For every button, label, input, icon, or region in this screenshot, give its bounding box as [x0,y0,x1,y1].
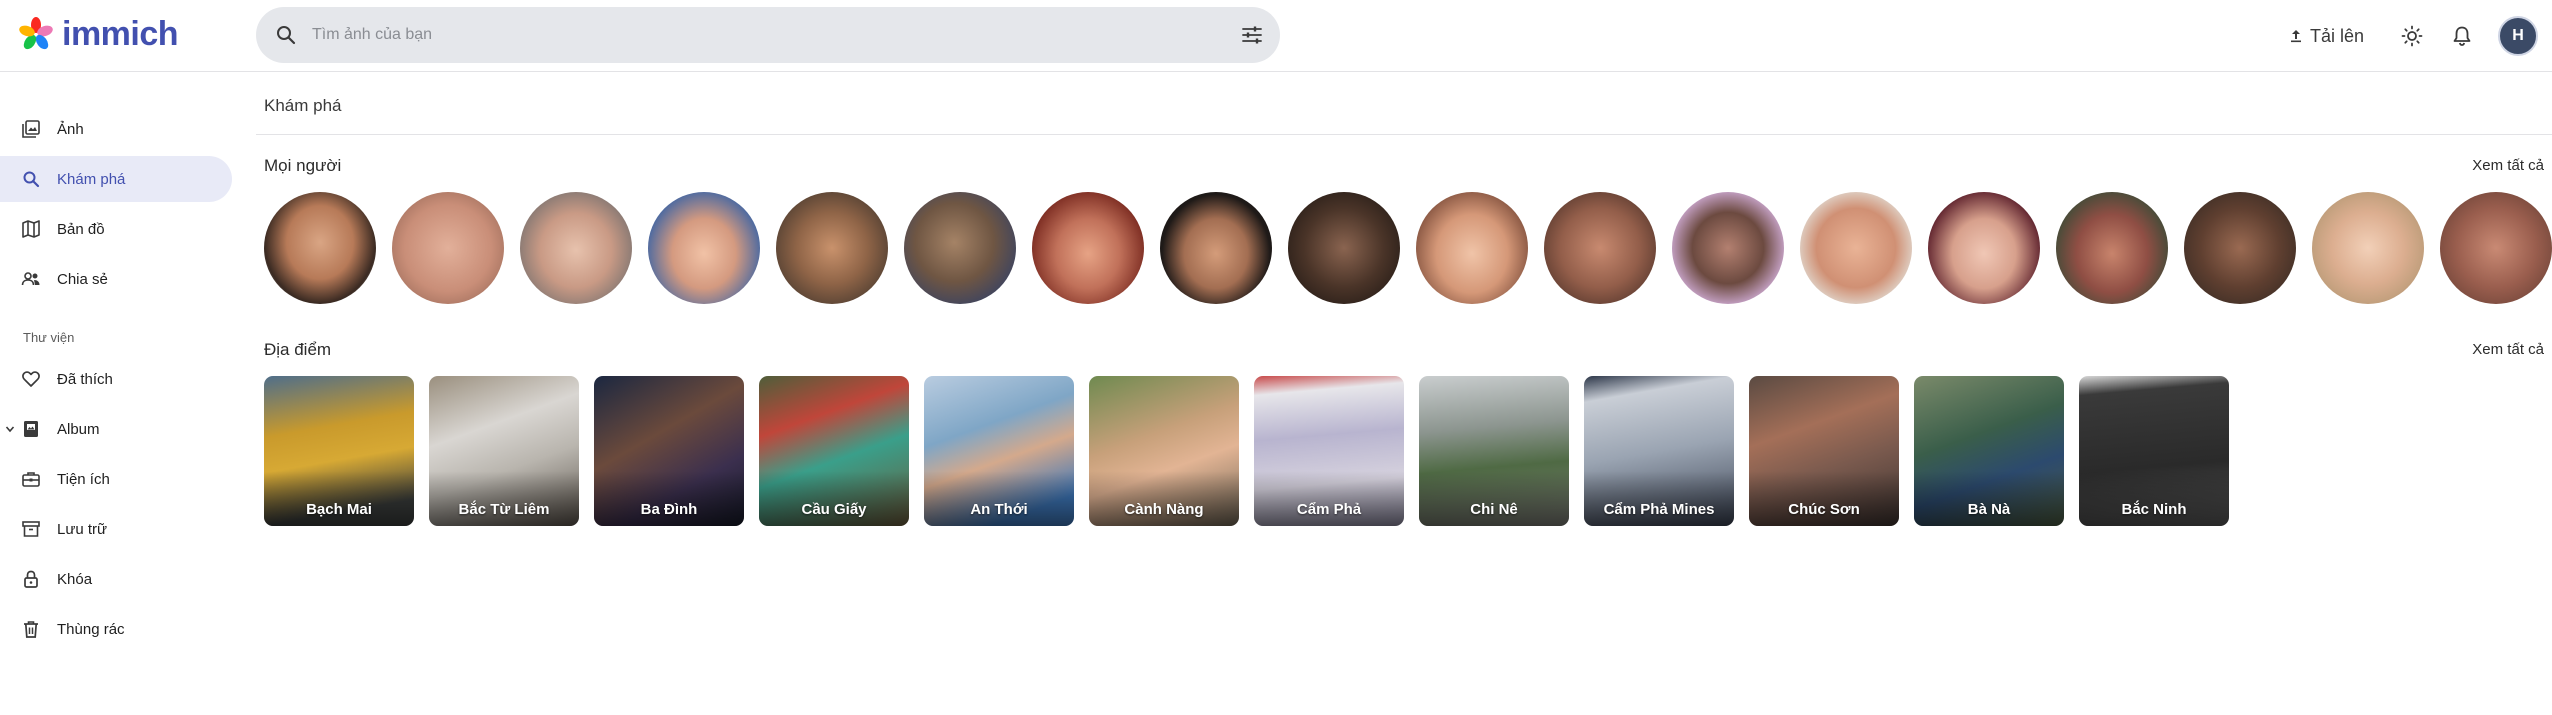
place-tile[interactable]: Cầu Giấy [759,376,909,526]
upload-button[interactable]: Tải lên [2280,18,2372,54]
map-icon [20,218,42,240]
person-thumbnail[interactable] [2184,192,2296,304]
sidebar-item-label: Khóa [57,570,93,588]
sidebar-item-albums[interactable]: Album [0,406,232,452]
user-avatar[interactable]: H [2498,16,2538,56]
person-thumbnail[interactable] [1544,192,1656,304]
sidebar-item-label: Thùng rác [57,620,125,638]
places-section-title: Địa điểm [264,340,332,359]
person-thumbnail[interactable] [2440,192,2552,304]
notifications-button[interactable] [2448,22,2476,50]
person-thumbnail[interactable] [2312,192,2424,304]
sidebar-item-label: Bản đồ [57,220,105,238]
sidebar-item-sharing[interactable]: Chia sẻ [0,256,232,302]
place-label: Cành Nàng [1124,501,1204,518]
sidebar-item-utilities[interactable]: Tiện ích [0,456,232,502]
search-options-icon[interactable] [1240,23,1264,47]
heart-icon [20,368,42,390]
sidebar-item-archive[interactable]: Lưu trữ [0,506,232,552]
place-label: Chi Nê [1470,501,1518,518]
upload-label: Tải lên [2310,25,2365,46]
place-tile[interactable]: Cẩm Phả Mines [1584,376,1734,526]
sidebar-item-label: Khám phá [57,170,126,188]
app-logo[interactable]: immich [18,14,179,54]
people-row [264,192,2552,304]
lock-icon [20,568,42,590]
place-tile[interactable]: Cành Nàng [1089,376,1239,526]
page-title: Khám phá [264,96,342,115]
person-thumbnail[interactable] [904,192,1016,304]
theme-toggle-button[interactable] [2398,22,2426,50]
person-thumbnail[interactable] [264,192,376,304]
sidebar-item-locked[interactable]: Khóa [0,556,232,602]
place-tile[interactable]: Ba Đình [594,376,744,526]
app-name: immich [62,14,179,53]
sidebar-item-label: Lưu trữ [57,520,108,538]
archive-icon [20,518,42,540]
place-label: Cầu Giấy [801,501,867,518]
place-tile[interactable]: Chúc Sơn [1749,376,1899,526]
search-icon[interactable] [274,23,298,47]
album-icon [20,418,42,440]
person-thumbnail[interactable] [520,192,632,304]
sidebar-item-label: Tiện ích [57,470,110,488]
library-heading: Thư viện [23,330,75,345]
bell-icon [2453,26,2471,46]
place-tile[interactable]: Bà Nà [1914,376,2064,526]
place-tile[interactable]: Chi Nê [1419,376,1569,526]
sidebar-item-label: Chia sẻ [57,270,108,288]
place-tile[interactable]: Bạch Mai [264,376,414,526]
person-thumbnail[interactable] [1160,192,1272,304]
person-thumbnail[interactable] [1672,192,1784,304]
search-bar[interactable] [256,7,1280,63]
people-see-all-link[interactable]: Xem tất cả [2472,157,2544,174]
search-icon [20,168,42,190]
share-users-icon [20,268,42,290]
place-tile[interactable]: An Thới [924,376,1074,526]
person-thumbnail[interactable] [776,192,888,304]
place-tile[interactable]: Cẩm Phả [1254,376,1404,526]
place-label: Chúc Sơn [1788,501,1860,518]
top-bar: immich Tải lên H [0,0,2552,72]
person-thumbnail[interactable] [1800,192,1912,304]
place-tile[interactable]: Bắc Ninh [2079,376,2229,526]
divider [256,134,2552,135]
person-thumbnail[interactable] [1288,192,1400,304]
place-label: Bạch Mai [306,501,372,518]
sidebar-item-label: Album [57,420,100,438]
person-thumbnail[interactable] [1928,192,2040,304]
place-tile[interactable]: Bắc Từ Liêm [429,376,579,526]
chevron-down-icon[interactable] [4,423,16,435]
trash-icon [20,618,42,640]
place-label: Cẩm Phả Mines [1603,501,1715,518]
photos-icon [20,118,42,140]
place-label: Ba Đình [640,501,698,518]
sidebar-item-explore[interactable]: Khám phá [0,156,232,202]
sidebar: Ảnh Khám phá Bản đồ Chia sẻ Thư viện Đã … [0,72,240,715]
main-content: Khám phá Mọi người Xem tất cả Địa điểm X… [256,72,2552,715]
sun-icon [2401,25,2423,47]
sidebar-item-trash[interactable]: Thùng rác [0,606,232,652]
person-thumbnail[interactable] [648,192,760,304]
person-thumbnail[interactable] [1032,192,1144,304]
place-label: An Thới [970,501,1028,518]
place-label: Cẩm Phả [1296,501,1362,518]
sidebar-item-favorites[interactable]: Đã thích [0,356,232,402]
place-label: Bắc Ninh [2121,501,2187,518]
person-thumbnail[interactable] [1416,192,1528,304]
person-thumbnail[interactable] [392,192,504,304]
place-label: Bắc Từ Liêm [458,501,550,518]
sidebar-item-photos[interactable]: Ảnh [0,106,232,152]
sidebar-item-map[interactable]: Bản đồ [0,206,232,252]
search-input[interactable] [312,17,1192,53]
upload-icon [2291,30,2301,43]
person-thumbnail[interactable] [2056,192,2168,304]
people-section-title: Mọi người [264,156,342,175]
places-see-all-link[interactable]: Xem tất cả [2472,341,2544,358]
immich-logo-icon [19,17,53,50]
sidebar-item-label: Ảnh [57,120,84,138]
place-label: Bà Nà [1967,501,2011,518]
toolbox-icon [20,468,42,490]
sidebar-item-label: Đã thích [57,370,113,388]
